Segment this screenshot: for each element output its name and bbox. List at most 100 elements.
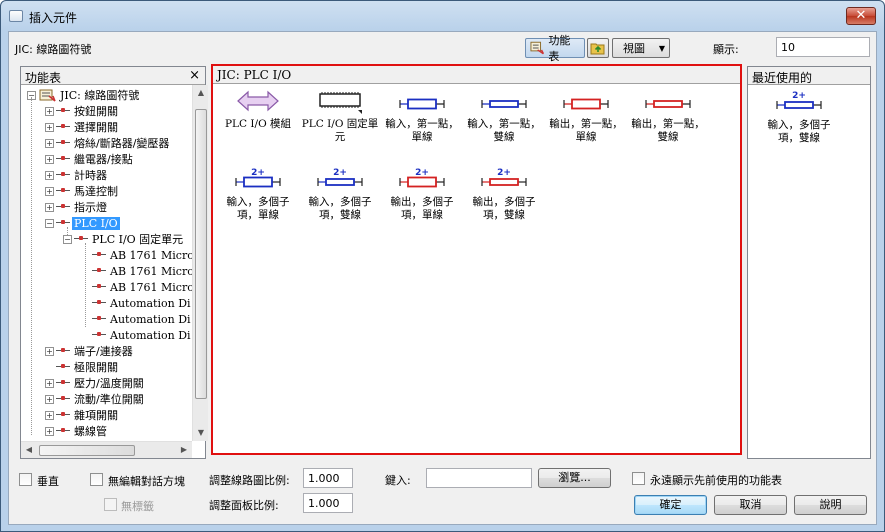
scroll-h-thumb[interactable] [39,445,135,456]
go-up-button[interactable] [587,38,609,58]
tree-item-label: 雜項開關 [74,409,118,422]
symbol-caption: 輸出，多個子項，單線 [390,196,454,221]
no-tag-checkbox[interactable] [104,498,117,511]
ok-button[interactable]: 確定 [634,495,707,515]
scale-ladder-input[interactable] [303,468,353,488]
menu-tree-title: 功能表 [25,71,62,85]
title-bar[interactable]: 插入元件 ✕ [1,1,884,31]
component-node-icon [92,251,106,259]
collapse-icon[interactable]: − [63,234,72,244]
tree-vertical-scrollbar[interactable]: ▲ ▼ [192,85,208,441]
symbol-item[interactable]: 輸入，第一點，單線 [381,88,463,144]
scroll-left-arrow-icon[interactable]: ◀ [21,442,37,458]
vertical-checkbox[interactable] [19,473,32,486]
tree-item[interactable]: Automation Di [81,311,193,327]
panel-close-icon[interactable]: × [189,68,200,83]
scroll-down-arrow-icon[interactable]: ▼ [193,425,209,441]
symbol-item[interactable]: 輸出，第一點，單線 [545,88,627,144]
collapse-icon[interactable]: − [45,218,54,228]
svg-text:2+: 2+ [333,168,347,178]
expand-icon[interactable]: + [45,346,54,356]
chevron-down-icon: ▼ [658,43,665,53]
tree-item[interactable]: − PLC I/O [45,215,120,231]
scroll-up-arrow-icon[interactable]: ▲ [193,85,209,101]
tree-item[interactable]: 極限開關 [45,359,120,375]
symbol-item[interactable]: 2+ 輸入，多個子項，雙線 [758,89,840,145]
expand-icon[interactable]: + [45,394,54,404]
cancel-button[interactable]: 取消 [714,495,787,515]
fixed-unit-icon [319,92,362,114]
symbol-item[interactable]: 輸出，第一點，雙線 [627,88,709,144]
folder-up-icon [590,43,605,55]
display-count-input[interactable] [776,37,870,57]
tree-item-label: 熔絲/斷路器/變壓器 [74,137,170,150]
menu-tree-header: 功能表 × [21,67,205,85]
symbol-caption: PLC I/O 模組 [224,118,292,130]
view-dropdown-label: 視圖 [623,42,645,55]
tree-item[interactable]: AB 1761 Micro [81,247,193,263]
symbol-item[interactable]: 2+ 輸入，多個子項，雙線 [299,166,381,222]
expand-icon[interactable]: + [45,426,54,436]
tree-item[interactable]: − PLC I/O 固定單元 [63,231,185,247]
tree-item-label: JIC: 線路圖符號 [60,89,140,102]
tree-item[interactable]: AB 1761 Micro [81,279,193,295]
symbol-item[interactable]: PLC I/O 固定單元 [299,88,381,144]
symbol-caption: 輸入，第一點，單線 [385,118,459,143]
tree-item[interactable]: + 計時器 [45,167,109,183]
expand-icon[interactable]: + [45,202,54,212]
component-node-icon [56,347,70,355]
expand-icon[interactable]: + [45,138,54,148]
expand-icon[interactable]: + [45,186,54,196]
symbol-caption: 輸出，多個子項，雙線 [472,196,536,221]
component-node-icon [92,283,106,291]
no-edit-dialog-label: 無編輯對話方塊 [108,475,185,488]
tree-item[interactable]: + 雜項開關 [45,407,120,423]
tree-item[interactable]: + 繼電器/接點 [45,151,135,167]
symbol-item[interactable]: PLC I/O 模組 [217,88,299,131]
tree-item[interactable]: + 壓力/溫度開關 [45,375,146,391]
close-button[interactable]: ✕ [846,7,876,25]
expand-icon[interactable]: + [45,170,54,180]
tree-item[interactable]: Automation Di [81,295,193,311]
help-button[interactable]: 說明 [794,495,867,515]
tree-horizontal-scrollbar[interactable]: ◀ ▶ [21,441,192,458]
tree-item[interactable]: Automation Di [81,327,193,343]
tree-item-label: 馬達控制 [74,185,118,198]
expand-icon[interactable]: + [45,106,54,116]
tree-item[interactable]: + 流動/準位開關 [45,391,146,407]
symbol-item[interactable]: 輸入，第一點，雙線 [463,88,545,144]
tree-item[interactable]: + 選擇開關 [45,119,120,135]
type-input[interactable] [426,468,532,488]
expand-icon[interactable]: + [45,122,54,132]
expand-icon[interactable]: + [45,154,54,164]
symbol-panel: JIC: PLC I/O PLC I/O 模組 PLC I/O 固定單元 輸入，第一… [211,64,742,455]
tree-item[interactable]: + 指示燈 [45,199,109,215]
tree-item[interactable]: + 螺線管 [45,423,109,439]
view-dropdown-button[interactable]: 視圖 ▼ [612,38,670,58]
tree-item[interactable]: + 熔絲/斷路器/變壓器 [45,135,171,151]
scroll-right-arrow-icon[interactable]: ▶ [176,442,192,458]
no-edit-dialog-checkbox[interactable] [90,473,103,486]
expand-icon[interactable]: + [45,378,54,388]
scroll-thumb[interactable] [195,109,207,399]
component-node-icon [56,395,70,403]
tree-item[interactable]: + 按鈕開關 [45,103,120,119]
tree-item-label: PLC I/O 固定單元 [92,233,184,246]
scale-panel-input[interactable] [303,493,353,513]
tree-item[interactable]: − JIC: 線路圖符號 [27,87,141,103]
tree-guide-line [31,97,32,435]
symbol-item[interactable]: 2+ 輸出，多個子項，單線 [381,166,463,222]
symbol-item[interactable]: 2+ 輸出，多個子項，雙線 [463,166,545,222]
symbol-item[interactable]: 2+ 輸入，多個子項，單線 [217,166,299,222]
tree-item[interactable]: + 馬達控制 [45,183,120,199]
component-node-icon [56,139,70,147]
menu-view-button[interactable]: 功能表 [525,34,585,63]
tree-item-label: AB 1761 Micro [110,248,193,262]
browse-button[interactable]: 瀏覽... [538,468,611,488]
scale-panel-label: 調整面板比例: [209,499,279,512]
always-show-checkbox[interactable] [632,472,645,485]
tree-item[interactable]: AB 1761 Micro [81,263,193,279]
tree-item[interactable]: + 端子/連接器 [45,343,135,359]
svg-text:2+: 2+ [415,168,429,178]
expand-icon[interactable]: + [45,410,54,420]
